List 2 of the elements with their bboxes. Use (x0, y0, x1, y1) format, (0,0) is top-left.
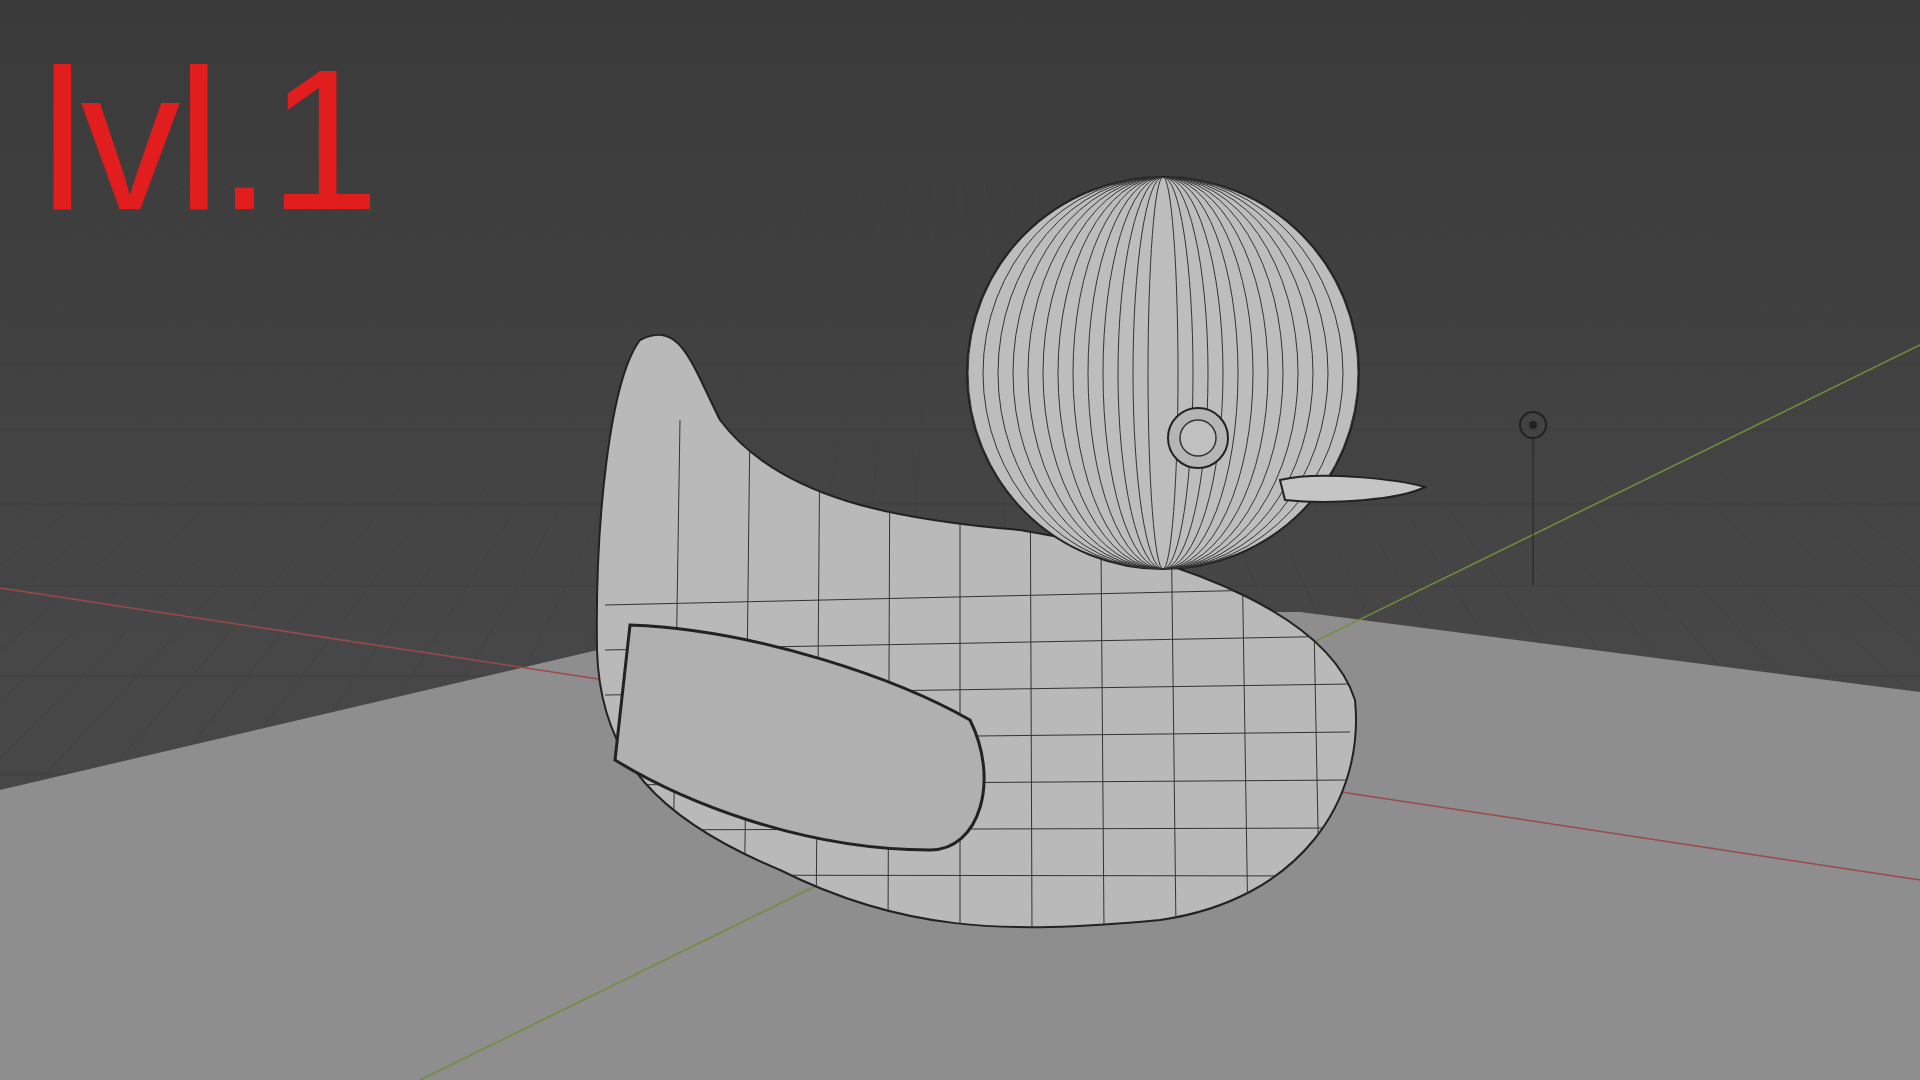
light-icon (1519, 411, 1547, 586)
level-label: lvl.1 (40, 40, 376, 240)
